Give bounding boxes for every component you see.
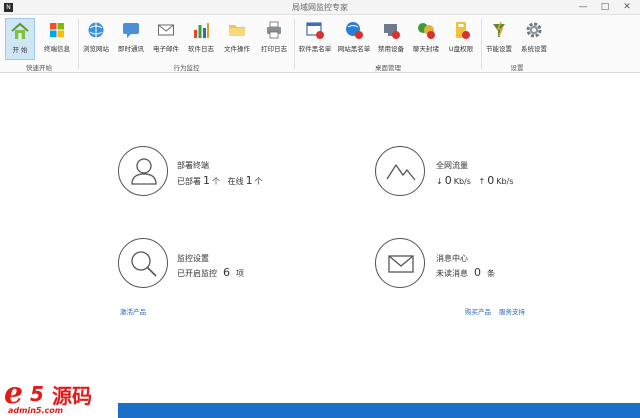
ribbon-email-button[interactable]: 电子邮件 xyxy=(151,18,181,60)
watermark-logo: e 5 源码 admin5.com xyxy=(0,376,118,418)
deployed-count: 1 xyxy=(203,174,210,187)
network-traffic-circle[interactable] xyxy=(375,146,425,196)
ribbon-terminal-info-button[interactable]: 终端信息 xyxy=(40,18,74,60)
ribbon-app-blacklist-button[interactable]: 软件黑名单 xyxy=(297,18,333,60)
activate-product-link[interactable]: 激活产品 xyxy=(120,306,146,316)
message-center-stats: 未读消息 0 条 xyxy=(436,266,495,279)
deploy-terminal-stats: 已部署 1 个 在线 1 个 xyxy=(177,174,263,187)
message-center-circle[interactable] xyxy=(375,238,425,288)
ribbon-print-log-button[interactable]: 打印日志 xyxy=(258,18,290,60)
service-support-link[interactable]: 服务支持 xyxy=(499,306,525,316)
chat-icon xyxy=(123,23,139,38)
buy-product-link[interactable]: 购买产品 xyxy=(465,306,491,316)
minimize-button[interactable]: — xyxy=(572,1,594,13)
monitor-enabled-count: 6 xyxy=(223,266,230,279)
search-icon xyxy=(131,251,157,277)
mail-icon xyxy=(388,255,414,273)
online-count: 1 xyxy=(245,174,253,187)
ribbon-chat-block-button[interactable]: 聊天封堵 xyxy=(410,18,442,60)
traffic-wave-icon xyxy=(386,163,416,181)
ribbon-im-button[interactable]: 即时通讯 xyxy=(116,18,146,60)
close-button[interactable]: ✕ xyxy=(616,1,638,13)
deploy-terminal-title[interactable]: 部署终端 xyxy=(177,160,209,171)
group-label-desktop-management: 桌面管理 xyxy=(375,64,401,72)
ribbon-software-log-button[interactable]: 软件日志 xyxy=(186,18,216,60)
device-block-icon xyxy=(384,24,400,39)
ribbon-system-settings-button[interactable]: 系统设置 xyxy=(518,18,550,60)
browser-icon xyxy=(88,22,104,38)
user-icon xyxy=(131,158,157,185)
ribbon-file-ops-button[interactable]: 文件操作 xyxy=(221,18,253,60)
gear-icon xyxy=(526,22,542,38)
ribbon-start-button[interactable]: 开 始 xyxy=(5,18,35,60)
ribbon-browse-web-button[interactable]: 浏览网站 xyxy=(81,18,111,60)
ribbon-disable-device-button[interactable]: 禁用设备 xyxy=(375,18,407,60)
group-label-settings: 设置 xyxy=(510,64,524,72)
maximize-button[interactable]: □ xyxy=(594,1,616,13)
deploy-terminal-circle[interactable] xyxy=(118,146,168,196)
ribbon-toolbar: 开 始 终端信息 浏览网站 即时通讯 电子邮件 软件日志 文件操作 打印日志 软… xyxy=(0,15,640,73)
monitor-settings-circle[interactable] xyxy=(118,238,168,288)
group-label-quick-start: 快速开始 xyxy=(26,64,52,72)
upload-rate: 0 xyxy=(487,174,495,187)
usb-icon xyxy=(456,22,470,39)
window-title: 局域网监控专家 xyxy=(292,3,348,12)
monitor-settings-title[interactable]: 监控设置 xyxy=(177,253,209,264)
message-center-title[interactable]: 消息中心 xyxy=(436,253,468,264)
status-bar xyxy=(118,403,640,418)
monitor-settings-stats: 已开启监控 6 项 xyxy=(177,266,244,279)
download-arrow-icon: ↓ xyxy=(436,177,443,186)
download-rate: 0 xyxy=(444,174,452,187)
group-label-behavior-monitor: 行为监控 xyxy=(173,64,200,72)
chart-icon xyxy=(194,23,209,38)
mail-icon xyxy=(158,24,174,36)
upload-arrow-icon: ↑ xyxy=(478,177,486,186)
chat-block-icon xyxy=(418,23,435,39)
network-traffic-title[interactable]: 全网流量 xyxy=(436,160,468,171)
printer-icon xyxy=(267,21,281,39)
energy-icon xyxy=(493,21,505,37)
folder-icon xyxy=(229,25,245,36)
unread-count: 0 xyxy=(474,266,481,279)
ribbon-usb-permission-button[interactable]: U盘权限 xyxy=(445,18,477,60)
web-block-icon xyxy=(346,22,363,39)
network-traffic-stats: ↓ 0 Kb/s ↑ 0 Kb/s xyxy=(436,174,514,187)
home-icon xyxy=(11,22,29,39)
ribbon-web-blacklist-button[interactable]: 网站黑名单 xyxy=(336,18,372,60)
ribbon-energy-settings-button[interactable]: 节能设置 xyxy=(484,18,514,60)
app-block-icon xyxy=(306,22,324,39)
title-bar: N 局域网监控专家 — □ ✕ xyxy=(0,0,640,15)
windows-icon xyxy=(50,23,64,37)
